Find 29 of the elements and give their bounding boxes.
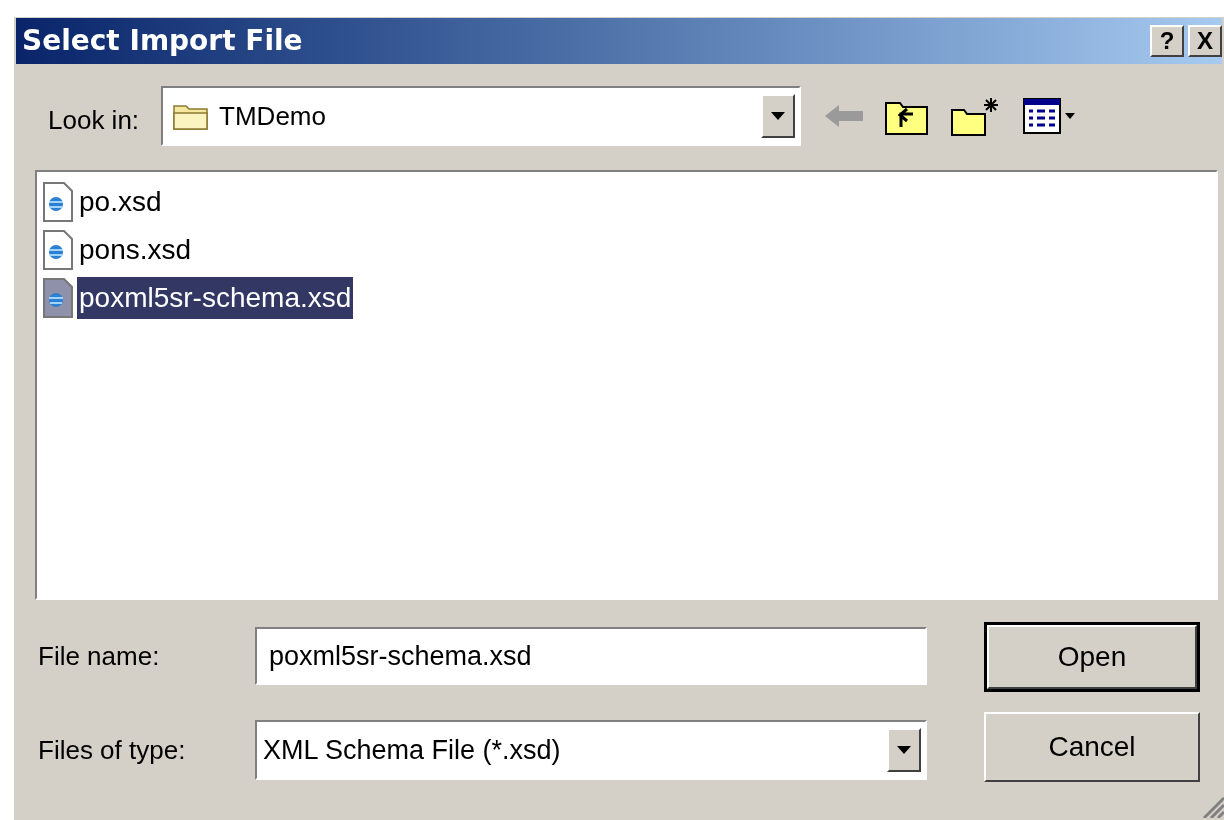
- file-type-value: XML Schema File (*.xsd): [263, 733, 562, 767]
- look-in-value: TMDemo: [219, 99, 327, 133]
- cancel-button[interactable]: Cancel: [984, 712, 1200, 782]
- dropdown-button[interactable]: [887, 728, 921, 772]
- open-button[interactable]: Open: [984, 622, 1200, 692]
- close-button[interactable]: X: [1188, 25, 1222, 57]
- dropdown-button[interactable]: [761, 94, 796, 138]
- window-title: Select Import File: [22, 23, 303, 59]
- document-icon: [43, 278, 73, 318]
- caret-icon: [771, 112, 786, 120]
- view-menu-icon[interactable]: [1023, 98, 1078, 134]
- file-name: po.xsd: [78, 185, 163, 219]
- help-button[interactable]: ?: [1150, 25, 1184, 57]
- file-name: pons.xsd: [78, 233, 193, 267]
- folder-icon: [173, 102, 210, 130]
- look-in-label: Look in:: [48, 103, 140, 137]
- file-name-field[interactable]: poxml5sr-schema.xsd: [255, 627, 927, 685]
- document-icon: [43, 230, 73, 270]
- file-item[interactable]: pons.xsd: [43, 226, 1216, 274]
- caret-icon: [897, 746, 911, 754]
- file-name-label: File name:: [38, 639, 161, 673]
- file-name: poxml5sr-schema.xsd: [77, 277, 354, 319]
- file-item[interactable]: poxml5sr-schema.xsd: [43, 274, 1216, 322]
- document-icon: [43, 182, 73, 222]
- resize-grip-icon: [1202, 796, 1224, 818]
- file-item[interactable]: po.xsd: [43, 178, 1216, 226]
- look-in-dropdown[interactable]: TMDemo: [161, 86, 802, 146]
- file-type-dropdown[interactable]: XML Schema File (*.xsd): [255, 720, 927, 780]
- file-type-label: Files of type:: [38, 733, 187, 767]
